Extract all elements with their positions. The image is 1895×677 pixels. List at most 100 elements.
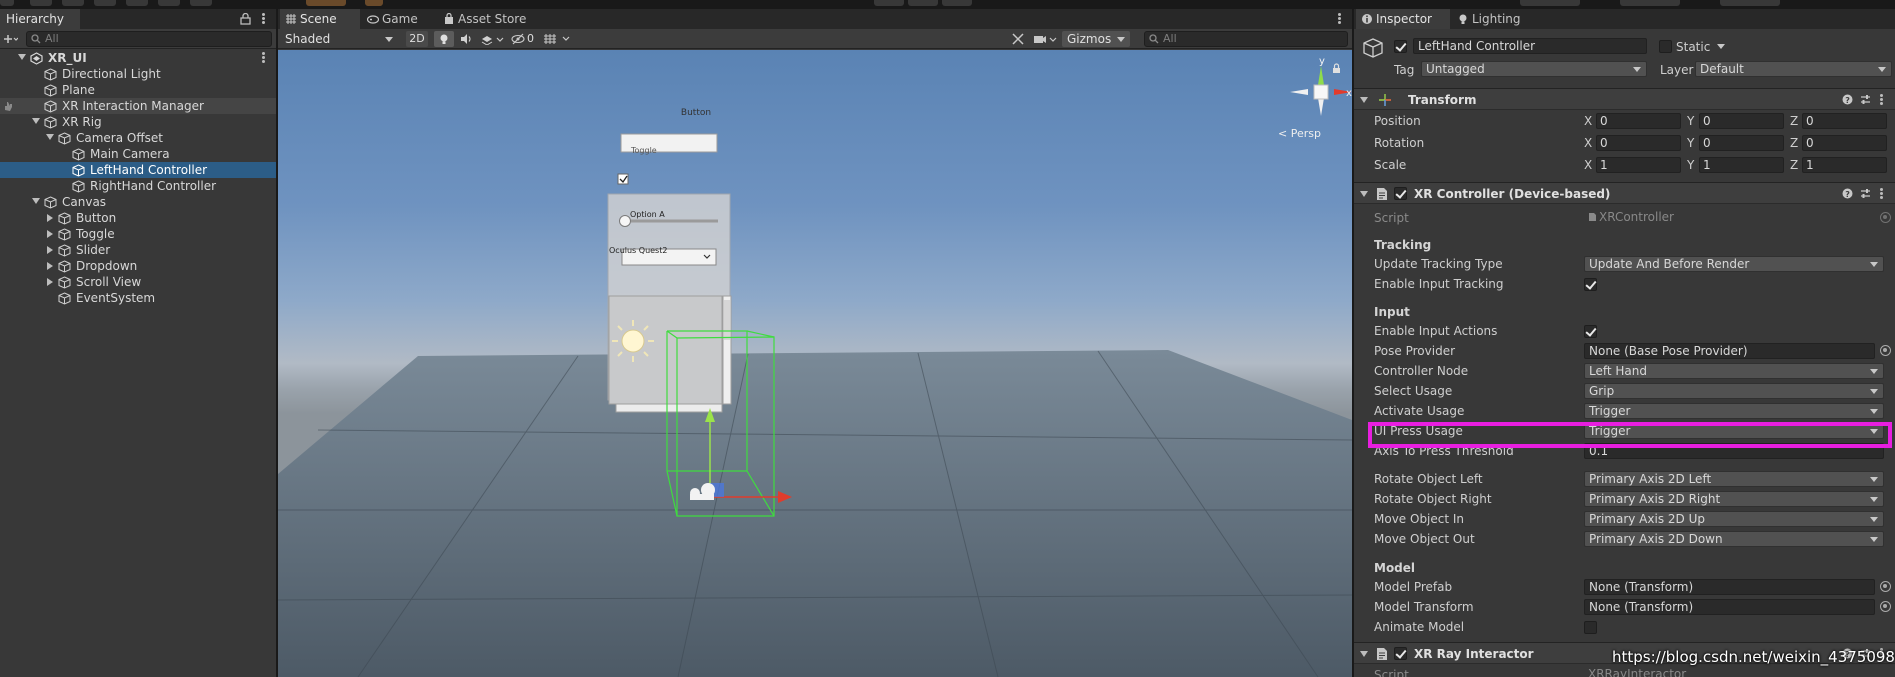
field-value[interactable]: 1 (1802, 157, 1887, 173)
expand-arrow-icon[interactable] (1360, 651, 1368, 657)
hierarchy-item-xr-ui[interactable]: XR_UI (0, 50, 276, 66)
camera-dropdown[interactable] (1032, 31, 1060, 47)
create-plus-icon[interactable] (4, 34, 18, 44)
play-button[interactable] (874, 0, 904, 6)
collapse-arrow-icon[interactable] (47, 246, 53, 254)
toolbar-button[interactable] (94, 0, 116, 6)
model-transform-field[interactable]: None (Transform) (1584, 599, 1875, 615)
object-picker-icon[interactable] (1880, 345, 1891, 356)
field-value[interactable]: 1 (1699, 157, 1784, 173)
static-dropdown[interactable]: Static (1676, 40, 1726, 54)
expand-arrow-icon[interactable] (1360, 191, 1368, 197)
activate-usage-dropdown[interactable]: Trigger (1584, 403, 1884, 419)
tab-asset-store[interactable]: Asset Store (438, 9, 534, 29)
component-enabled-checkbox[interactable] (1394, 187, 1407, 200)
hierarchy-item-scroll-view[interactable]: Scroll View (0, 274, 276, 290)
toolbar-button[interactable] (190, 0, 212, 6)
select-usage-dropdown[interactable]: Grip (1584, 383, 1884, 399)
field-value[interactable]: 0 (1699, 113, 1784, 129)
grid-snap-dropdown[interactable] (542, 31, 576, 47)
hierarchy-menu-icon[interactable] (262, 13, 266, 25)
object-picker-icon[interactable] (1880, 581, 1891, 592)
field-value[interactable]: 1 (1596, 157, 1681, 173)
hierarchy-search-input[interactable]: All (26, 31, 272, 47)
tab-inspector[interactable]: Inspector (1356, 9, 1450, 29)
expand-arrow-icon[interactable] (46, 134, 54, 140)
scene-menu-icon[interactable] (1338, 13, 1342, 25)
component-enabled-checkbox[interactable] (1394, 647, 1407, 660)
toolbar-button[interactable] (0, 0, 14, 6)
expand-arrow-icon[interactable] (18, 54, 26, 60)
move-object-out-dropdown[interactable]: Primary Axis 2D Down (1584, 531, 1884, 547)
field-value[interactable]: 0 (1802, 135, 1887, 151)
shading-mode-dropdown[interactable]: Shaded (280, 31, 398, 47)
lock-icon[interactable] (240, 13, 251, 25)
tag-dropdown[interactable]: Untagged (1421, 61, 1647, 77)
hierarchy-item-slider[interactable]: Slider (0, 242, 276, 258)
field-value[interactable]: 0 (1596, 135, 1681, 151)
toolbar-button[interactable] (30, 0, 52, 6)
field-value[interactable]: 0 (1596, 113, 1681, 129)
preset-sliders-icon[interactable] (1860, 94, 1871, 105)
xr-controller-component-header[interactable]: XR Controller (Device-based) ? (1354, 182, 1895, 204)
axis-to-press-threshold-field[interactable]: 0.1 (1584, 443, 1884, 459)
hierarchy-item-main-camera[interactable]: Main Camera (0, 146, 276, 162)
account-dropdown[interactable] (1720, 0, 1780, 6)
hidden-objects-toggle[interactable]: 0 (510, 31, 538, 47)
static-checkbox[interactable] (1659, 40, 1672, 53)
scene-menu-icon[interactable] (262, 52, 266, 64)
hierarchy-item-directional-light[interactable]: Directional Light (0, 66, 276, 82)
layer-dropdown[interactable]: Default (1695, 61, 1892, 77)
field-value[interactable]: 0 (1802, 113, 1887, 129)
hierarchy-item-lefthand-controller[interactable]: LeftHand Controller (0, 162, 276, 178)
toolbar-button[interactable] (158, 0, 180, 6)
collapse-arrow-icon[interactable] (47, 230, 53, 238)
animate-model-checkbox[interactable] (1584, 621, 1597, 634)
rotate-object-left-dropdown[interactable]: Primary Axis 2D Left (1584, 471, 1884, 487)
model-prefab-field[interactable]: None (Transform) (1584, 579, 1875, 595)
toolbar-button[interactable] (62, 0, 84, 6)
collapse-arrow-icon[interactable] (47, 262, 53, 270)
rotate-object-right-dropdown[interactable]: Primary Axis 2D Right (1584, 491, 1884, 507)
pause-button[interactable] (908, 0, 938, 6)
hierarchy-item-xr-interaction-manager[interactable]: XR Interaction Manager (0, 98, 276, 114)
object-picker-icon[interactable] (1880, 601, 1891, 612)
lighting-toggle-button[interactable] (434, 31, 454, 47)
enable-input-actions-checkbox[interactable] (1584, 325, 1597, 338)
object-name-field[interactable]: LeftHand Controller (1413, 38, 1647, 54)
update-tracking-type-dropdown[interactable]: Update And Before Render (1584, 256, 1884, 272)
tab-game[interactable]: Game (362, 9, 438, 29)
ui-press-usage-dropdown[interactable]: Trigger (1584, 423, 1884, 439)
tools-icon[interactable] (1012, 33, 1024, 45)
help-icon[interactable]: ? (1842, 188, 1853, 199)
transform-component-header[interactable]: Transform ? (1354, 88, 1895, 110)
pose-provider-field[interactable]: None (Base Pose Provider) (1584, 343, 1875, 359)
hierarchy-item-camera-offset[interactable]: Camera Offset (0, 130, 276, 146)
effects-dropdown[interactable] (478, 31, 506, 47)
hierarchy-item-dropdown[interactable]: Dropdown (0, 258, 276, 274)
expand-arrow-icon[interactable] (32, 198, 40, 204)
field-value[interactable]: 0 (1699, 135, 1784, 151)
enable-input-tracking-checkbox[interactable] (1584, 278, 1597, 291)
layers-dropdown[interactable] (1520, 0, 1580, 6)
hierarchy-item-toggle[interactable]: Toggle (0, 226, 276, 242)
component-menu-icon[interactable] (1880, 94, 1884, 106)
persp-label[interactable]: < Persp (1278, 127, 1321, 140)
collapse-arrow-icon[interactable] (47, 278, 53, 286)
step-button[interactable] (942, 0, 972, 6)
hierarchy-item-button[interactable]: Button (0, 210, 276, 226)
hierarchy-item-xr-rig[interactable]: XR Rig (0, 114, 276, 130)
gizmos-dropdown[interactable]: Gizmos (1062, 31, 1130, 47)
account-button[interactable] (306, 0, 346, 6)
layout-dropdown[interactable] (1620, 0, 1680, 6)
hierarchy-item-eventsystem[interactable]: EventSystem (0, 290, 276, 306)
hierarchy-item-canvas[interactable]: Canvas (0, 194, 276, 210)
tab-scene[interactable]: Scene (280, 9, 360, 29)
component-menu-icon[interactable] (1880, 188, 1884, 200)
collapse-arrow-icon[interactable] (47, 214, 53, 222)
toolbar-button[interactable] (126, 0, 148, 6)
tab-lighting[interactable]: Lighting (1452, 9, 1536, 29)
expand-arrow-icon[interactable] (1360, 97, 1368, 103)
2d-toggle-button[interactable]: 2D (406, 31, 428, 47)
scene-search-input[interactable]: All (1144, 31, 1348, 47)
